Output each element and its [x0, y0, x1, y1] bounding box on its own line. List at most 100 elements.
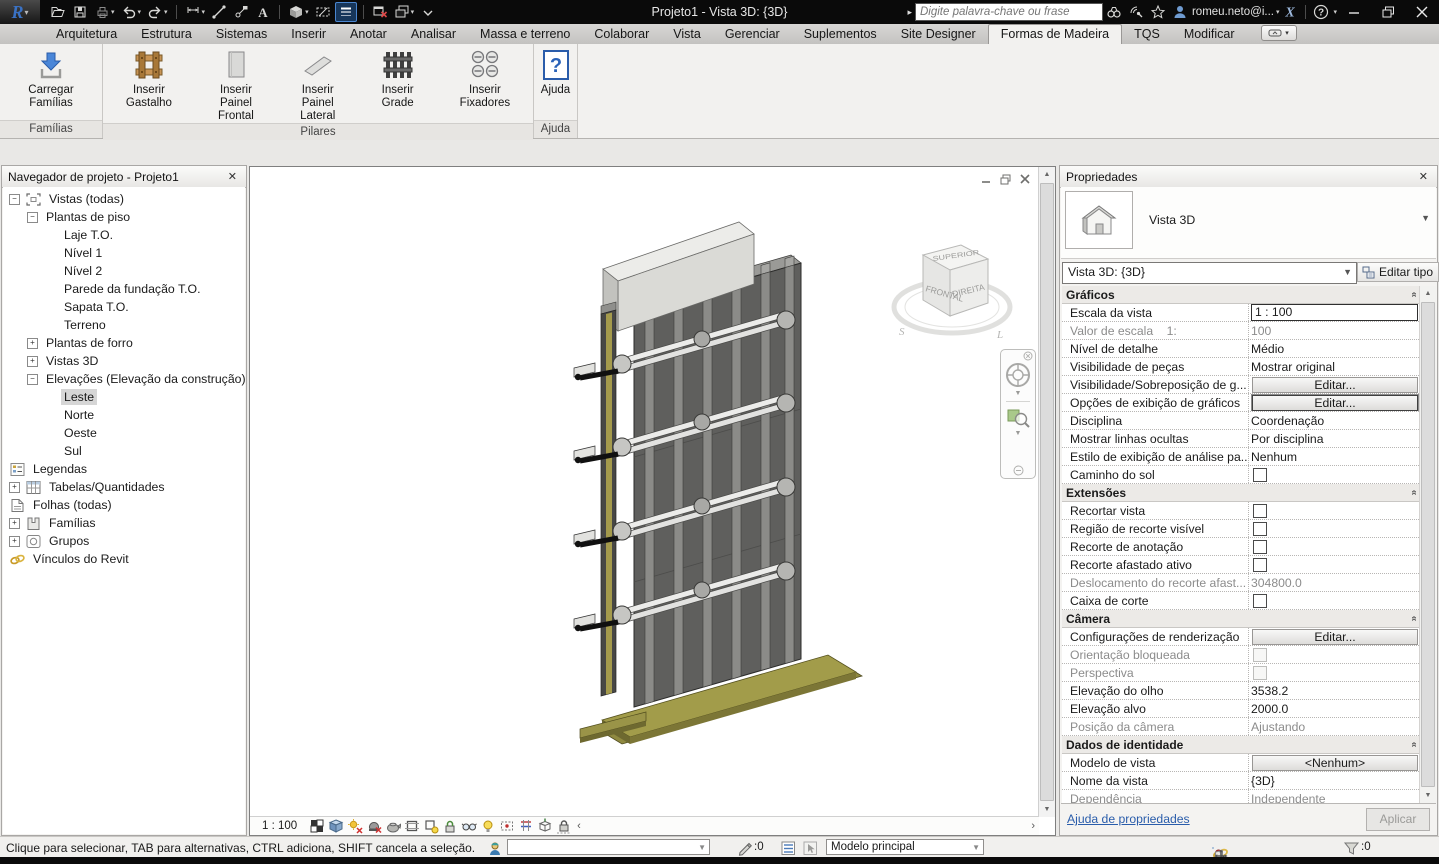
drag-selection-icon[interactable] — [1212, 847, 1214, 849]
tree-item-label[interactable]: Elevações (Elevação da construção) — [43, 371, 245, 387]
tree-item[interactable]: Vínculos do Revit — [3, 550, 245, 568]
tree-item-label[interactable]: Laje T.O. — [61, 227, 116, 243]
zoom-region-icon[interactable] — [1006, 405, 1030, 429]
carregar-familias-button[interactable]: Carregar Famílias — [0, 44, 102, 120]
tree-item[interactable]: Oeste — [3, 424, 245, 442]
property-checkbox[interactable] — [1253, 558, 1267, 572]
property-value[interactable]: Médio — [1251, 342, 1284, 356]
tab-anotar[interactable]: Anotar — [338, 25, 399, 44]
panel-label-pilares[interactable]: Pilares — [103, 123, 533, 140]
reveal-hidden-icon[interactable] — [459, 818, 478, 835]
properties-header[interactable]: Propriedades ✕ — [1060, 166, 1437, 188]
collapse-icon[interactable]: − — [9, 194, 20, 205]
tree-item-label[interactable]: Grupos — [46, 533, 92, 549]
compass-east-label[interactable]: L — [996, 329, 1003, 341]
undo-icon[interactable]: ▾ — [119, 3, 144, 21]
tab-gerenciar[interactable]: Gerenciar — [713, 25, 792, 44]
collapse-icon[interactable]: − — [27, 212, 38, 223]
tree-item-label[interactable]: Nível 1 — [61, 245, 105, 261]
scrollbar-thumb[interactable] — [1421, 302, 1435, 787]
visual-style-icon[interactable] — [307, 818, 326, 835]
vertical-scrollbar[interactable]: ▲ ▼ — [1038, 167, 1055, 817]
group-header-gr-ficos[interactable]: Gráficos« — [1062, 286, 1421, 304]
expand-icon[interactable]: + — [9, 518, 20, 529]
displacement-icon[interactable] — [535, 818, 554, 835]
tab-site-designer[interactable]: Site Designer — [889, 25, 988, 44]
tree-item[interactable]: Leste — [3, 388, 245, 406]
scroll-down-icon[interactable]: ▼ — [1420, 788, 1436, 803]
tree-item-label[interactable]: Leste — [61, 389, 97, 405]
print-icon[interactable]: ▾ — [92, 3, 117, 21]
home-3d-icon[interactable]: ▾ — [286, 3, 311, 21]
tab-modificar[interactable]: Modificar — [1172, 25, 1247, 44]
group-header-c-mera[interactable]: Câmera« — [1062, 610, 1421, 628]
signed-in-user[interactable]: romeu.neto@i... — [1192, 6, 1274, 18]
open-icon[interactable] — [48, 3, 68, 21]
view-close-icon[interactable] — [1019, 173, 1031, 185]
property-edit-button[interactable]: <Nenhum> — [1252, 755, 1418, 771]
ajuda-button[interactable]: ?Ajuda — [533, 44, 579, 120]
scroll-right-icon[interactable]: › — [1027, 820, 1039, 832]
tree-item-label[interactable]: Sapata T.O. — [61, 299, 132, 315]
property-checkbox[interactable] — [1253, 540, 1267, 554]
customize-qat-icon[interactable] — [418, 3, 438, 21]
view-restore-icon[interactable] — [999, 173, 1012, 185]
instance-selector-combo[interactable]: Vista 3D: {3D} ▼ — [1062, 262, 1357, 284]
tab-arquitetura[interactable]: Arquitetura — [44, 25, 129, 44]
inserir-grade-button[interactable]: Inserir Grade — [358, 44, 436, 123]
dimension-icon[interactable]: ▾ — [183, 3, 208, 21]
thin-lines-icon[interactable] — [335, 2, 357, 22]
inserir-painel-frontal-button[interactable]: Inserir Painel Frontal — [195, 44, 277, 123]
tree-item[interactable]: Terreno — [3, 316, 245, 334]
chevron-down-icon[interactable]: ▼ — [1421, 213, 1430, 223]
tree-item[interactable]: Legendas — [3, 460, 245, 478]
chevron-down-icon[interactable]: ▼ — [1015, 390, 1022, 397]
favorites-icon[interactable] — [1147, 3, 1169, 21]
editable-only-icon[interactable] — [736, 839, 754, 856]
tree-item-label[interactable]: Plantas de forro — [43, 335, 136, 351]
shaded-box-icon[interactable] — [326, 818, 345, 835]
navbar-close-icon[interactable] — [1023, 351, 1033, 361]
tab-estrutura[interactable]: Estrutura — [129, 25, 204, 44]
application-menu-button[interactable]: R ▾ — [0, 0, 40, 24]
search-icon[interactable] — [1103, 3, 1125, 21]
panel-label-famílias[interactable]: Famílias — [0, 120, 102, 138]
worksets-icon[interactable] — [486, 839, 504, 856]
measure-icon[interactable] — [209, 3, 229, 21]
tag-icon[interactable] — [231, 3, 251, 21]
tab-vista[interactable]: Vista — [661, 25, 713, 44]
close-icon[interactable]: ✕ — [1416, 170, 1431, 183]
tree-item[interactable]: +Vistas 3D — [3, 352, 245, 370]
project-browser-header[interactable]: Navegador de projeto - Projeto1 ✕ — [2, 166, 246, 188]
steering-wheel-icon[interactable] — [1004, 361, 1032, 389]
expand-icon[interactable]: + — [9, 536, 20, 547]
text-icon[interactable]: A — [253, 3, 273, 21]
tree-item[interactable]: Norte — [3, 406, 245, 424]
property-edit-button[interactable]: Editar... — [1252, 395, 1418, 411]
close-hidden-windows-icon[interactable] — [370, 3, 390, 21]
property-edit-button[interactable]: Editar... — [1252, 377, 1418, 393]
tree-item-label[interactable]: Famílias — [46, 515, 98, 531]
drawing-area[interactable]: S L SUPERIOR FRONTAL DIREITA ▼ ▼ — [249, 166, 1056, 836]
property-value[interactable]: {3D} — [1251, 774, 1275, 788]
properties-help-link[interactable]: Ajuda de propriedades — [1067, 812, 1190, 826]
property-checkbox[interactable] — [1253, 504, 1267, 518]
shadows-icon[interactable] — [364, 818, 383, 835]
chevron-down-icon[interactable]: ▼ — [1015, 430, 1022, 437]
tab-formas-de-madeira[interactable]: Formas de Madeira — [988, 24, 1122, 44]
design-options-icon[interactable] — [779, 839, 797, 856]
displace-lock-icon[interactable] — [554, 818, 573, 835]
close-icon[interactable]: ✕ — [225, 170, 240, 183]
property-checkbox[interactable] — [1253, 468, 1267, 482]
type-preview[interactable] — [1065, 191, 1133, 249]
save-icon[interactable] — [70, 3, 90, 21]
scrollbar-thumb[interactable] — [1040, 183, 1054, 801]
communication-center-icon[interactable] — [1125, 3, 1147, 21]
tree-item-label[interactable]: Folhas (todas) — [30, 497, 115, 513]
tab-colaborar[interactable]: Colaborar — [582, 25, 661, 44]
tree-item[interactable]: Folhas (todas) — [3, 496, 245, 514]
search-collapse-icon[interactable]: ▸ — [904, 7, 915, 18]
scroll-up-icon[interactable]: ▲ — [1420, 286, 1436, 301]
tree-item[interactable]: Laje T.O. — [3, 226, 245, 244]
edit-type-button[interactable]: Editar tipo — [1357, 262, 1439, 282]
